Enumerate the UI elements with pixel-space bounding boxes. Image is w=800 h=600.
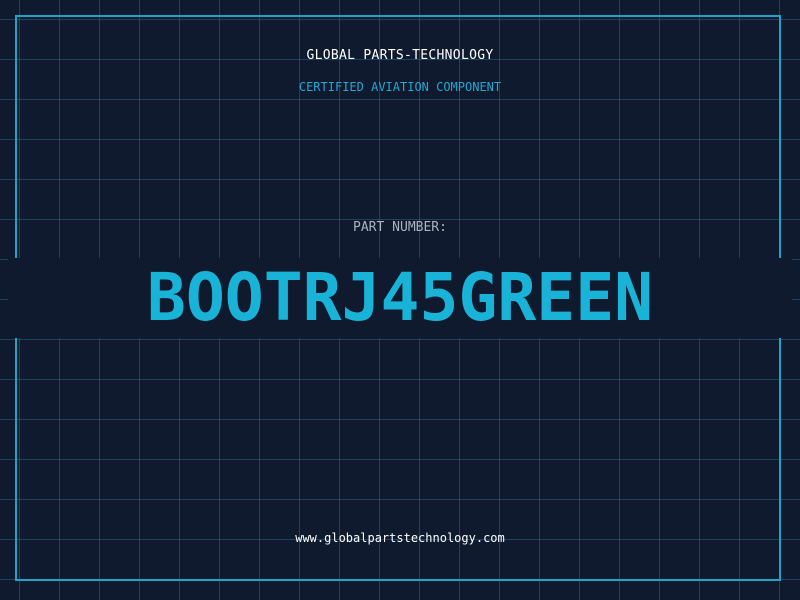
website-url: www.globalpartstechnology.com <box>295 531 505 545</box>
certification-subtitle: CERTIFIED AVIATION COMPONENT <box>298 80 502 94</box>
company-name: GLOBAL PARTS-TECHNOLOGY <box>306 48 494 63</box>
label-canvas: GLOBAL PARTS-TECHNOLOGY CERTIFIED AVIATI… <box>0 0 800 600</box>
part-number-label: PART NUMBER: <box>353 220 447 235</box>
part-number-value: BOOTRJ45GREEN <box>8 258 792 338</box>
